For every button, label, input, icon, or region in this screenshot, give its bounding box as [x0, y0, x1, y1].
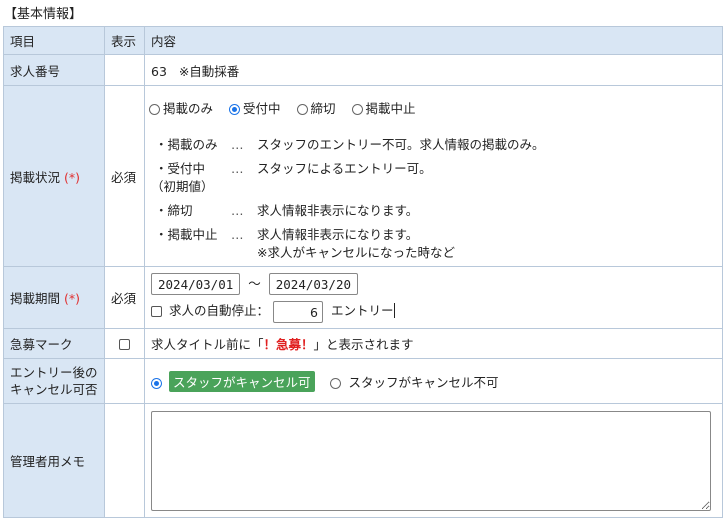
- radio-accepting[interactable]: [229, 104, 240, 115]
- cancel-option-allowed[interactable]: スタッフがキャンセル可: [151, 370, 315, 392]
- urgent-mark: ！急募！: [263, 337, 314, 352]
- section-title: 【基本情報】: [4, 7, 83, 22]
- label-job-number: 求人番号: [3, 54, 105, 86]
- basic-info-table: 項目 表示 内容 求人番号 63 ※自動採番 掲載状況 (*) 必須 掲載のみ …: [3, 26, 723, 518]
- required-mark: (*): [64, 291, 81, 306]
- label-cancel: エントリー後の キャンセル可否: [3, 358, 105, 404]
- desc-row: ・受付中 … スタッフによるエントリー可。: [151, 161, 716, 179]
- header-display: 表示: [104, 26, 145, 55]
- display-status: 必須: [104, 85, 145, 267]
- cancel-label-line2: キャンセル可否: [10, 382, 98, 397]
- urgent-checkbox[interactable]: [119, 339, 130, 350]
- content-job-number: 63 ※自動採番: [144, 54, 723, 86]
- row-cancel: エントリー後の キャンセル可否 スタッフがキャンセル可 スタッフがキャンセル不可: [3, 358, 723, 404]
- content-status: 掲載のみ 受付中 締切 掲載中止 ・掲載のみ … スタッフのエントリー不可。求人情報…: [144, 85, 723, 267]
- desc-row: ※求人がキャンセルになった時など: [151, 245, 716, 263]
- radio-suspended[interactable]: [351, 104, 363, 115]
- desc-dots: …: [231, 137, 244, 152]
- status-option-label: 掲載中止: [365, 101, 416, 116]
- auto-stop-count-input[interactable]: 6: [272, 300, 323, 323]
- auto-stop-unit: エントリー: [330, 303, 394, 318]
- desc-dots: …: [231, 227, 244, 242]
- display-memo: [104, 403, 145, 518]
- display-job-number: [104, 54, 145, 86]
- cancel-allowed-label: スタッフがキャンセル可: [168, 370, 315, 392]
- row-urgent: 急募マーク 求人タイトル前に「！急募！」と表示されます: [3, 328, 723, 359]
- radio-closed[interactable]: [296, 104, 308, 115]
- desc-row: ・締切 … 求人情報非表示になります。: [151, 203, 716, 221]
- label-status: 掲載状況 (*): [3, 85, 105, 267]
- row-job-number: 求人番号 63 ※自動採番: [3, 54, 723, 86]
- content-cancel: スタッフがキャンセル可 スタッフがキャンセル不可: [144, 358, 723, 404]
- admin-memo-textarea[interactable]: [151, 410, 711, 511]
- display-cancel: [104, 358, 145, 404]
- desc-bullet: （初期値）: [151, 179, 214, 194]
- desc-text: スタッフのエントリー不可。求人情報の掲載のみ。: [257, 137, 545, 152]
- desc-row: ・掲載のみ … スタッフのエントリー不可。求人情報の掲載のみ。: [151, 137, 716, 155]
- desc-bullet: ・掲載のみ: [155, 137, 218, 152]
- cancel-option-not-allowed[interactable]: スタッフがキャンセル不可: [330, 372, 498, 391]
- radio-publish-only[interactable]: [149, 104, 160, 115]
- status-option-label: 掲載のみ: [163, 101, 214, 116]
- job-number-value: 63: [151, 63, 167, 79]
- end-date-input[interactable]: 2024/03/20: [268, 273, 359, 295]
- desc-dots: …: [231, 203, 244, 218]
- row-memo: 管理者用メモ: [3, 403, 723, 518]
- desc-row: （初期値）: [151, 179, 716, 197]
- cancel-label-line1: エントリー後の: [10, 365, 98, 380]
- desc-row: ・掲載中止 … 求人情報非表示になります。: [151, 227, 716, 245]
- text-cursor: [394, 303, 396, 318]
- desc-text: ※求人がキャンセルになった時など: [257, 245, 455, 260]
- radio-cancel-allowed[interactable]: [151, 377, 162, 389]
- urgent-suffix: 」と表示されます: [313, 337, 414, 352]
- job-number-note: ※自動採番: [178, 63, 240, 79]
- auto-stop-checkbox[interactable]: [151, 306, 162, 317]
- label-urgent: 急募マーク: [3, 328, 105, 359]
- desc-bullet: ・締切: [155, 203, 193, 218]
- status-option-accepting[interactable]: 受付中: [229, 98, 281, 117]
- date-separator: ～: [248, 275, 261, 291]
- status-option-suspended[interactable]: 掲載中止: [351, 98, 416, 117]
- label-period: 掲載期間 (*): [3, 266, 105, 329]
- status-descriptions: ・掲載のみ … スタッフのエントリー不可。求人情報の掲載のみ。 ・受付中 … スタッフに…: [151, 137, 716, 263]
- radio-cancel-not-allowed[interactable]: [330, 377, 342, 389]
- content-urgent: 求人タイトル前に「！急募！」と表示されます: [144, 328, 723, 359]
- status-option-label: 締切: [310, 101, 336, 116]
- display-period: 必須: [104, 266, 145, 329]
- display-urgent: [104, 328, 145, 359]
- auto-stop-label: 求人の自動停止：: [168, 303, 269, 318]
- status-option-publish-only[interactable]: 掲載のみ: [149, 98, 213, 117]
- status-radio-group: 掲載のみ 受付中 締切 掲載中止: [149, 98, 716, 117]
- status-option-closed[interactable]: 締切: [296, 98, 336, 117]
- required-mark: (*): [64, 169, 81, 185]
- desc-text: 求人情報非表示になります。: [257, 203, 419, 218]
- header-item: 項目: [3, 26, 105, 55]
- label-memo: 管理者用メモ: [3, 403, 105, 518]
- period-label-text: 掲載期間: [10, 291, 61, 306]
- status-label-text: 掲載状況: [10, 169, 61, 185]
- start-date-input[interactable]: 2024/03/01: [151, 273, 241, 295]
- row-period: 掲載期間 (*) 必須 2024/03/01 ～ 2024/03/20 求人の自…: [3, 266, 723, 329]
- desc-text: 求人情報非表示になります。: [257, 227, 419, 242]
- row-status: 掲載状況 (*) 必須 掲載のみ 受付中 締切 掲載中止 ・掲載のみ … スタッ…: [3, 85, 723, 267]
- content-period: 2024/03/01 ～ 2024/03/20 求人の自動停止： 6 エントリー: [144, 266, 723, 329]
- desc-bullet: ・掲載中止: [155, 227, 218, 242]
- header-content: 内容: [144, 26, 723, 55]
- status-option-label: 受付中: [243, 101, 281, 116]
- desc-bullet: ・受付中: [155, 161, 206, 176]
- urgent-prefix: 求人タイトル前に「: [151, 337, 264, 352]
- cancel-not-allowed-label: スタッフがキャンセル不可: [348, 374, 499, 390]
- desc-dots: …: [231, 161, 244, 176]
- desc-text: スタッフによるエントリー可。: [257, 161, 432, 176]
- content-memo: [144, 403, 723, 518]
